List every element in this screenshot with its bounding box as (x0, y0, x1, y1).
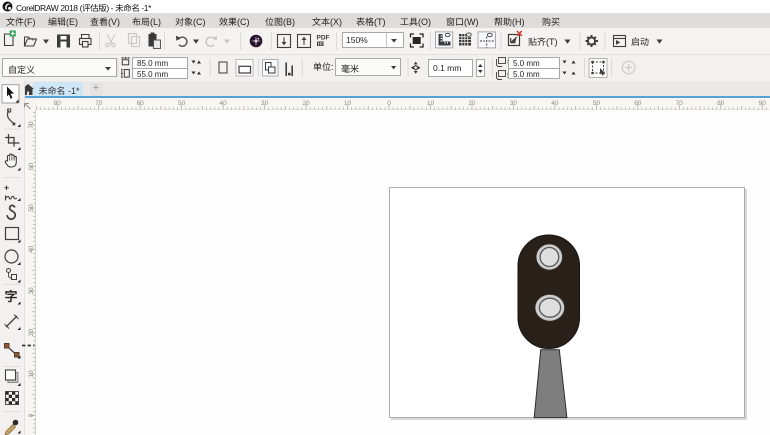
svg-text:40: 40 (551, 100, 559, 107)
svg-text:30: 30 (28, 287, 35, 295)
svg-text:20: 20 (468, 100, 476, 107)
svg-text:70: 70 (95, 100, 103, 107)
svg-text:50: 50 (28, 204, 35, 212)
svg-text:20: 20 (28, 329, 35, 337)
svg-text:80: 80 (717, 100, 725, 107)
svg-text:50: 50 (593, 100, 601, 107)
svg-text:60: 60 (137, 100, 145, 107)
svg-text:0: 0 (28, 413, 35, 417)
svg-text:60: 60 (28, 163, 35, 171)
svg-text:10: 10 (427, 100, 435, 107)
svg-text:40: 40 (28, 246, 35, 254)
svg-text:60: 60 (634, 100, 642, 107)
svg-text:字: 字 (5, 286, 18, 305)
svg-text:20: 20 (302, 100, 310, 107)
svg-text:30: 30 (510, 100, 518, 107)
svg-text:40: 40 (220, 100, 228, 107)
svg-text:10: 10 (344, 100, 352, 107)
svg-text:70: 70 (676, 100, 684, 107)
svg-text:80: 80 (54, 100, 62, 107)
svg-text:PDF: PDF (317, 35, 330, 42)
svg-text:0: 0 (387, 100, 391, 107)
svg-text:10: 10 (28, 370, 35, 378)
svg-text:50: 50 (178, 100, 186, 107)
svg-text:90: 90 (759, 100, 767, 107)
svg-text:70: 70 (28, 121, 35, 129)
svg-text:30: 30 (261, 100, 269, 107)
